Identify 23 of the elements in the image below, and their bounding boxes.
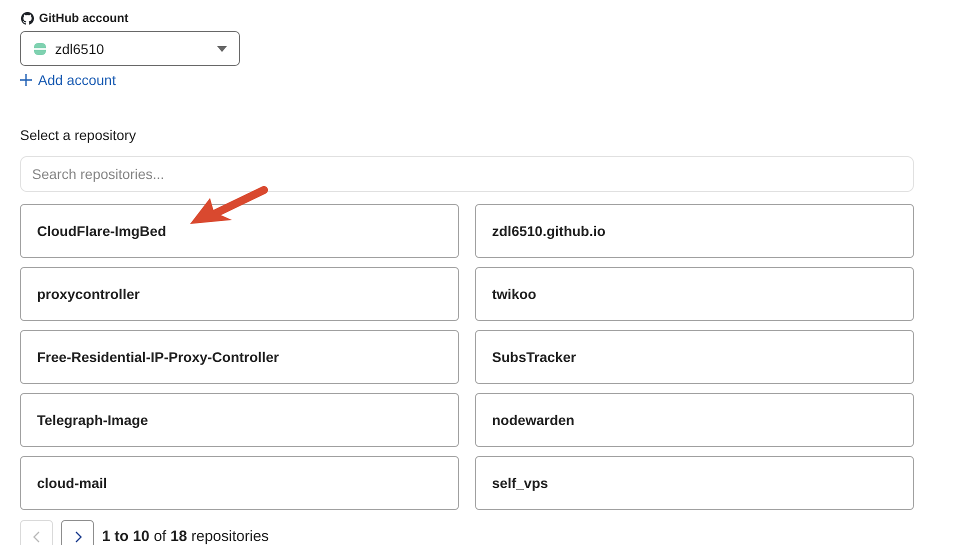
repository-card[interactable]: zdl6510.github.io <box>475 204 914 258</box>
avatar-icon <box>33 42 47 56</box>
account-dropdown[interactable]: zdl6510 <box>20 31 240 66</box>
repository-card[interactable]: self_vps <box>475 456 914 510</box>
chevron-left-icon <box>32 530 40 542</box>
github-icon <box>21 12 34 24</box>
pagination-summary: 1 to 10 of 18 repositories <box>102 528 269 545</box>
repository-card[interactable]: cloud-mail <box>20 456 459 510</box>
caret-icon <box>217 46 227 52</box>
field-label: GitHub account <box>39 11 128 25</box>
next-page-button[interactable] <box>61 520 94 545</box>
chevron-right-icon <box>74 530 82 542</box>
repository-card[interactable]: Telegraph-Image <box>20 393 459 447</box>
repository-card[interactable]: SubsTracker <box>475 330 914 384</box>
section-label: Select a repository <box>20 127 137 143</box>
repository-card[interactable]: Free-Residential-IP-Proxy-Controller <box>20 330 459 384</box>
plus-icon <box>20 74 32 86</box>
repository-card[interactable]: CloudFlare-ImgBed <box>20 204 459 258</box>
add-account-link[interactable]: Add account <box>20 72 116 88</box>
repository-card[interactable]: proxycontroller <box>20 267 459 321</box>
repository-card[interactable]: nodewarden <box>475 393 914 447</box>
search-field[interactable]: Search repositories... <box>20 156 914 192</box>
repository-card[interactable]: twikoo <box>475 267 914 321</box>
